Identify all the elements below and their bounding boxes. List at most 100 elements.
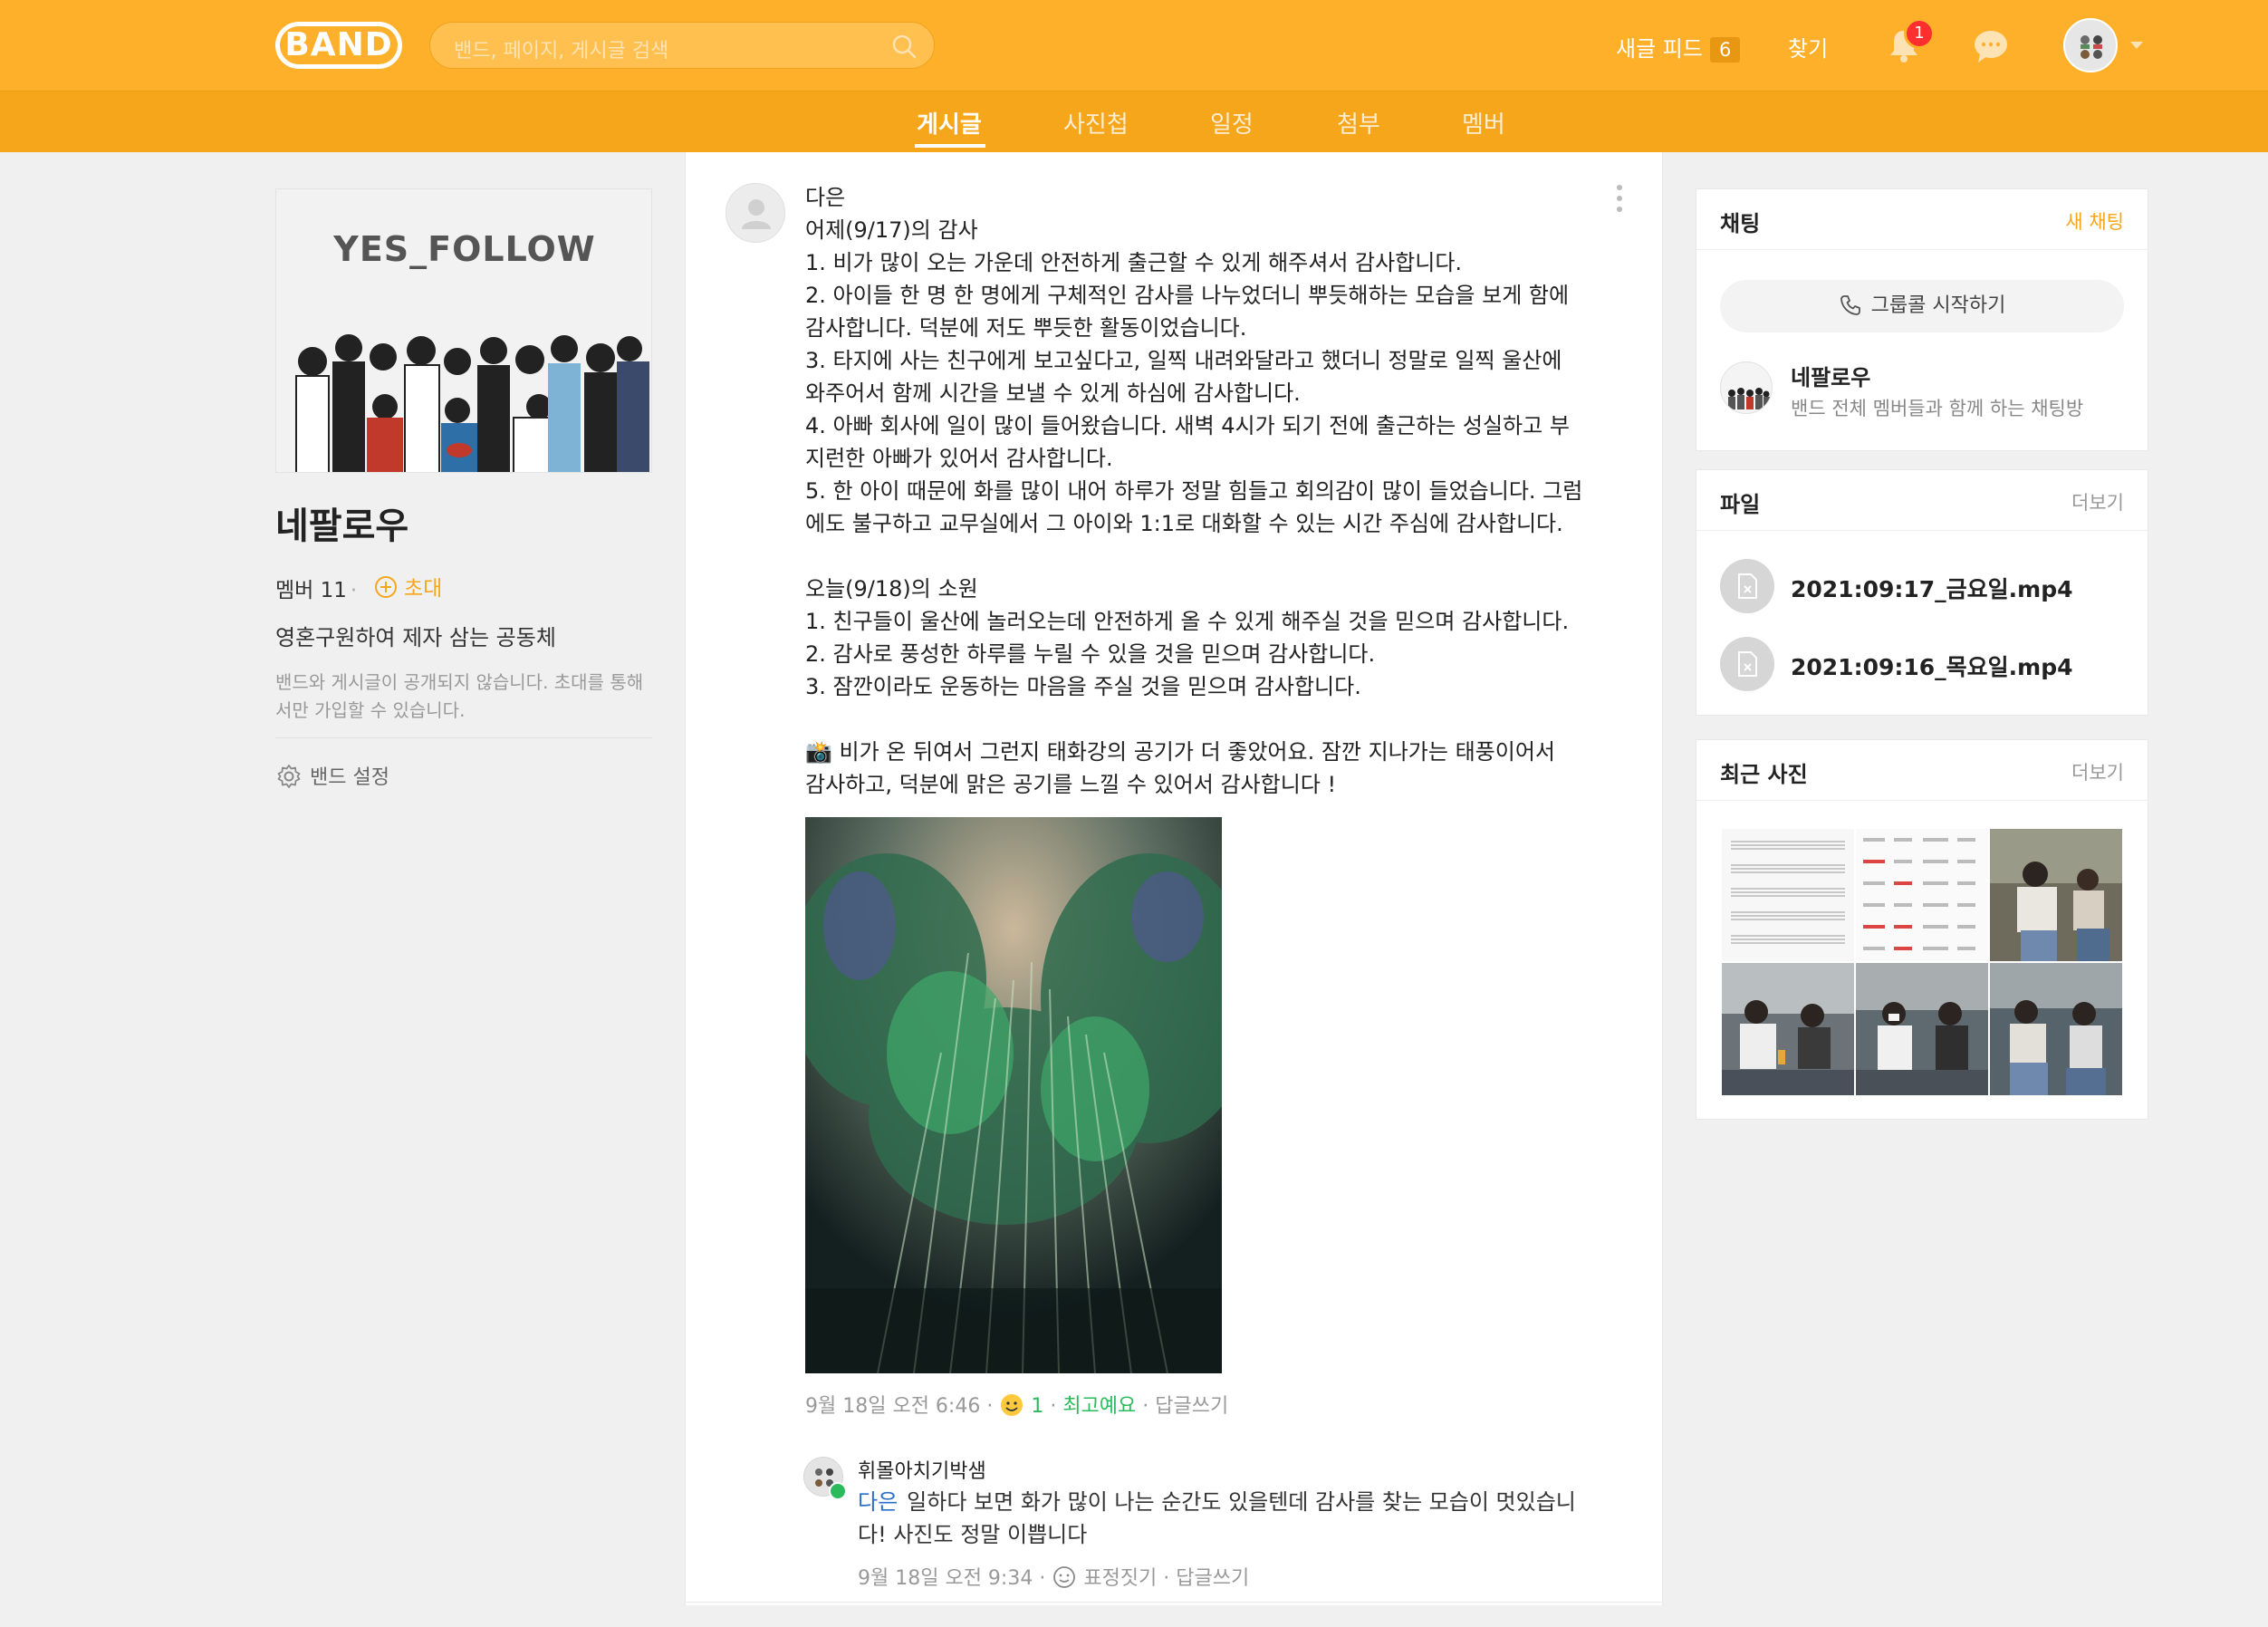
photo-thumbnail[interactable] [1722,963,1854,1095]
group-illustration [295,334,649,472]
post-line: 2. 감사로 풍성한 하루를 누릴 수 있을 것을 믿으며 감사합니다. [805,641,1376,667]
group-call-label: 그룹콜 시작하기 [1870,294,2006,317]
photo-thumbnail[interactable] [1856,963,1988,1095]
new-chat-button[interactable]: 새 채팅 [2065,207,2124,235]
invite-label: 초대 [404,577,443,601]
comment-timestamp: 9월 18일 오전 9:34 [858,1567,1033,1590]
post-author[interactable]: 다은 [805,181,1620,214]
tab-posts[interactable]: 게시글 [917,106,982,140]
band-logo[interactable]: BAND [275,22,402,69]
photos-card-title: 최근 사진 [1720,762,1808,787]
photos-more-link[interactable]: 더보기 [2071,758,2124,785]
divider [1696,249,2148,250]
member-count-label: 멤버 11 [275,579,347,602]
chat-icon[interactable] [1973,29,2009,63]
file-icon [1720,637,1774,691]
feed-label: 새글 피드 [1616,36,1703,62]
tab-album[interactable]: 사진첩 [1063,106,1129,140]
phone-icon [1840,295,1860,315]
band-settings-link[interactable]: 밴드 설정 [275,761,389,790]
post-body: 다은 어제(9/17)의 감사 1. 비가 많이 오는 가운데 안전하게 출근할… [805,181,1620,801]
photo-thumbnail[interactable] [1990,829,2122,961]
tab-members[interactable]: 멤버 [1462,106,1505,140]
post-line: 어제(9/17)의 감사 [805,217,978,243]
chat-card: 채팅 새 채팅 그룹콜 시작하기 네팔로우 밴드 전체 멤버들과 함께 하는 채… [1696,188,2148,451]
divider [275,737,652,738]
post-line: 1. 친구들이 울산에 놀러오는데 안전하게 올 수 있게 해주실 것을 믿으며… [805,609,1570,634]
divider [1696,530,2148,531]
reaction-count[interactable]: 1 [1031,1395,1043,1418]
author-avatar[interactable] [726,183,785,243]
post-photo[interactable] [805,817,1222,1373]
band-description: 영혼구원하여 제자 삼는 공동체 [275,625,556,650]
post-line: 1. 비가 많이 오는 가운데 안전하게 출근할 수 있게 해주셔서 감사합니다… [805,250,1463,275]
leader-crown-icon [829,1482,847,1500]
comment-author[interactable]: 휘몰아치기박샘 [858,1455,986,1484]
invite-button[interactable]: 초대 [373,571,442,602]
member-count[interactable]: 멤버 11 · [275,573,360,603]
comment-reply-button[interactable]: 답글쓰기 [1176,1567,1249,1590]
files-card-title: 파일 [1720,492,1761,517]
chat-room-avatar[interactable] [1720,361,1773,414]
find-link[interactable]: 찾기 [1788,31,1828,63]
divider [686,1602,1662,1603]
feed-count-badge: 6 [1709,37,1741,63]
tab-schedule[interactable]: 일정 [1210,106,1254,140]
settings-label: 밴드 설정 [310,766,389,789]
comment-content: 일하다 보면 화가 많이 나는 순간도 있을텐데 감사를 찾는 모습이 멋있습니… [858,1489,1576,1547]
file-item[interactable]: 2021:09:17_금요일.mp4 [1720,559,2119,613]
profile-avatar[interactable] [2063,18,2118,72]
top-header: BAND 밴드, 페이지, 게시글 검색 새글 피드 6 찾기 1 [0,0,2268,91]
photo-thumbnail[interactable] [1856,829,1988,961]
smile-emoji-icon[interactable] [999,1392,1024,1418]
plus-circle-icon [375,576,397,598]
search-icon[interactable] [890,33,918,60]
search-placeholder: 밴드, 페이지, 게시글 검색 [454,40,669,63]
post-line [805,703,1620,736]
post-line: 3. 타지에 사는 친구에게 보고싶다고, 일찍 내려와달라고 했더니 정말로 … [805,348,1562,373]
post-line: 5. 한 아이 때문에 화를 많이 내어 하루가 정말 힘들고 회의감이 많이 … [805,478,1583,504]
post-card: 다은 어제(9/17)의 감사 1. 비가 많이 오는 가운데 안전하게 출근할… [685,152,1663,1605]
search-input[interactable]: 밴드, 페이지, 게시글 검색 [429,22,935,69]
file-name: 2021:09:16_목요일.mp4 [1791,654,2073,680]
smiley-outline-icon[interactable] [1052,1564,1077,1590]
post-line: 지런한 아빠가 있어서 감사합니다. [805,446,1113,471]
post-line: 와주어서 함께 시간을 보낼 수 있게 하심에 감사합니다. [805,380,1301,406]
post-line: 📸 비가 온 뒤여서 그런지 태화강의 공기가 더 좋았어요. 잠깐 지나가는 … [805,739,1555,765]
chat-room-name[interactable]: 네팔로우 [1791,360,1870,391]
recent-photos-card: 최근 사진 더보기 [1696,739,2148,1120]
post-line: 감사하고, 덕분에 맑은 공기를 느낄 수 있어서 감사합니다 ! [805,772,1337,797]
comment-text: 다은 일하다 보면 화가 많이 나는 순간도 있을텐데 감사를 찾는 모습이 멋있… [858,1486,1600,1551]
chat-card-title: 채팅 [1720,211,1761,236]
band-nav: 게시글 사진첩 일정 첨부 멤버 [0,91,2268,152]
tab-attachments[interactable]: 첨부 [1337,106,1380,140]
band-cover-image[interactable]: YES_FOLLOW [275,188,652,473]
react-button[interactable]: 표정짓기 [1083,1567,1157,1590]
file-item[interactable]: 2021:09:16_목요일.mp4 [1720,637,2119,691]
reaction-label[interactable]: 최고예요 [1062,1395,1136,1418]
post-timestamp: 9월 18일 오전 6:46 [805,1395,981,1418]
post-meta: 9월 18일 오전 6:46 · 1 · 최고예요 · 답글쓰기 [805,1390,1228,1419]
new-feed-link[interactable]: 새글 피드 6 [1616,31,1741,63]
reply-button[interactable]: 답글쓰기 [1155,1395,1228,1418]
chevron-down-icon[interactable] [2130,42,2143,49]
band-name: 네팔로우 [275,505,409,547]
divider [1696,800,2148,801]
gear-icon [277,765,301,788]
file-icon [1720,559,1774,613]
group-call-button[interactable]: 그룹콜 시작하기 [1720,280,2124,332]
files-card: 파일 더보기 2021:09:17_금요일.mp4 2021:09:16_목요일… [1696,469,2148,716]
comment-mention[interactable]: 다은 [858,1489,898,1515]
photo-thumbnail[interactable] [1990,963,2122,1095]
post-line [805,540,1620,573]
separator-dot: · [350,579,358,602]
post-line: 에도 불구하고 교무실에서 그 아이와 1:1로 대화할 수 있는 시간 주심에… [805,511,1563,536]
post-line: 4. 아빠 회사에 일이 많이 들어왔습니다. 새벽 4시가 되기 전에 출근하… [805,413,1570,438]
active-tab-indicator [915,144,985,148]
files-more-link[interactable]: 더보기 [2071,488,2124,515]
post-line: 3. 잠깐이라도 운동하는 마음을 주실 것을 믿으며 감사합니다. [805,674,1361,699]
post-line: 감사합니다. 덕분에 저도 뿌듯한 활동이었습니다. [805,315,1247,341]
photo-thumbnail[interactable] [1722,829,1854,961]
post-line: 2. 아이들 한 명 한 명에게 구체적인 감사를 나누었더니 뿌듯해하는 모습… [805,283,1570,308]
chat-room-description: 밴드 전체 멤버들과 함께 하는 채팅방 [1791,398,2084,419]
